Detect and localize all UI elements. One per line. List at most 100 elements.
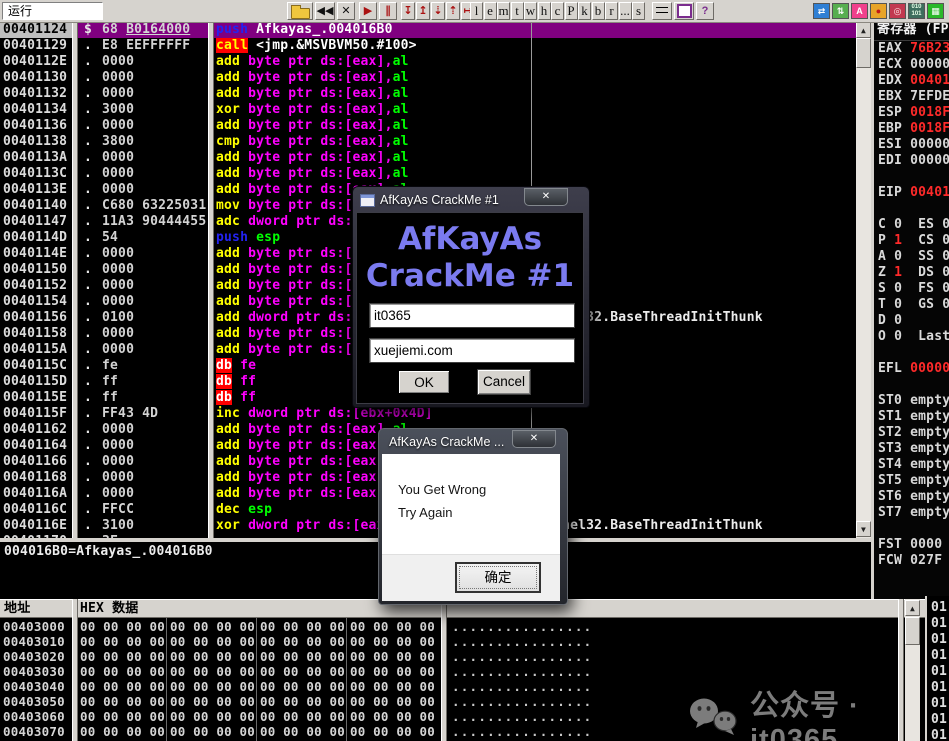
cancel-button[interactable]: Cancel xyxy=(477,369,531,395)
restart-button[interactable]: ◀◀ xyxy=(315,2,335,20)
confirm-button[interactable]: 确定 xyxy=(455,562,541,593)
log-window-button[interactable] xyxy=(652,2,672,20)
registers-pane[interactable]: 寄存器 (FPU) EAX 76B23ECX 00000EDX 00401EBX… xyxy=(871,22,949,599)
register-row[interactable]: C 0 ES 0 xyxy=(874,217,949,233)
window-button-t[interactable]: t xyxy=(511,2,524,20)
register-row[interactable]: EDX 00401 xyxy=(874,73,949,89)
register-row[interactable]: FCW 027F xyxy=(874,553,949,569)
window-button-b[interactable]: b xyxy=(592,2,605,20)
stack-row[interactable]: 01 xyxy=(931,600,949,616)
scroll-thumb[interactable] xyxy=(856,38,871,68)
disasm-row[interactable]: 00401124$68 B0164000push Afkayas_.004016… xyxy=(0,22,871,38)
scroll-up-button[interactable]: ▲ xyxy=(905,600,920,616)
plugin-updown-button[interactable]: ⇅ xyxy=(832,3,849,19)
plugin-binary-button[interactable]: 010101 xyxy=(908,3,925,19)
register-row[interactable]: ST1 empty xyxy=(874,409,949,425)
window-button-c[interactable]: c xyxy=(551,2,564,20)
register-row[interactable]: S 0 FS 0 xyxy=(874,281,949,297)
scroll-down-button[interactable]: ▼ xyxy=(856,521,871,537)
window-button-s[interactable]: s xyxy=(632,2,645,20)
serial-input[interactable]: xuejiemi.com xyxy=(369,338,575,363)
disasm-row[interactable]: 00401136.0000add byte ptr ds:[eax],al xyxy=(0,118,871,134)
close-icon[interactable]: ✕ xyxy=(524,188,568,206)
window-button-k[interactable]: k xyxy=(578,2,591,20)
animate-over-button[interactable]: ⇡ xyxy=(446,2,460,20)
plugin-a-button[interactable]: A xyxy=(851,3,868,19)
register-row[interactable]: T 0 GS 0 xyxy=(874,297,949,313)
step-into-button[interactable]: ↧ xyxy=(401,2,415,20)
register-row[interactable] xyxy=(874,345,949,361)
run-button[interactable]: ▶ xyxy=(359,2,377,20)
register-row[interactable]: FST 0000 xyxy=(874,537,949,553)
register-row[interactable] xyxy=(874,521,949,537)
help-button[interactable]: ? xyxy=(696,2,714,20)
close-button[interactable]: ✕ xyxy=(337,2,355,20)
register-row[interactable]: A 0 SS 0 xyxy=(874,249,949,265)
register-row[interactable]: EBP 0018F xyxy=(874,121,949,137)
register-row[interactable] xyxy=(874,201,949,217)
msgbox-titlebar[interactable]: AfKayAs CrackMe ... ✕ xyxy=(382,432,564,454)
disasm-scrollbar[interactable]: ▲ ▼ xyxy=(856,22,871,538)
disasm-row[interactable]: 0040115F.FF43 4Dinc dword ptr ds:[ebx+0x… xyxy=(0,406,871,422)
animate-into-button[interactable]: ⇣ xyxy=(431,2,445,20)
register-row[interactable]: ST2 empty xyxy=(874,425,949,441)
name-input[interactable]: it0365 xyxy=(369,303,575,328)
register-row[interactable]: EIP 00401 xyxy=(874,185,949,201)
register-row[interactable]: ESP 0018F xyxy=(874,105,949,121)
stack-row[interactable]: 01 xyxy=(931,664,949,680)
register-row[interactable]: ST5 empty xyxy=(874,473,949,489)
window-button-l[interactable]: l xyxy=(470,2,483,20)
disasm-row[interactable]: 0040113C.0000add byte ptr ds:[eax],al xyxy=(0,166,871,182)
ok-button[interactable]: OK xyxy=(397,369,451,395)
register-row[interactable] xyxy=(874,169,949,185)
register-row[interactable]: D 0 xyxy=(874,313,949,329)
window-button-P[interactable]: P xyxy=(565,2,578,20)
close-icon[interactable]: ✕ xyxy=(512,430,556,448)
register-row[interactable]: P 1 CS 0 xyxy=(874,233,949,249)
scroll-thumb[interactable] xyxy=(905,617,920,645)
open-file-button[interactable] xyxy=(287,2,313,20)
window-button-e[interactable]: e xyxy=(484,2,497,20)
register-row[interactable]: EDI 00000 xyxy=(874,153,949,169)
step-over-button[interactable]: ↥ xyxy=(416,2,430,20)
window-button-w[interactable]: w xyxy=(524,2,537,20)
stack-row[interactable]: 01 xyxy=(931,648,949,664)
pause-button[interactable]: ∥ xyxy=(379,2,397,20)
register-row[interactable] xyxy=(874,377,949,393)
column-splitter[interactable] xyxy=(441,599,447,741)
register-row[interactable]: EAX 76B23 xyxy=(874,41,949,57)
register-row[interactable]: ST7 empty xyxy=(874,505,949,521)
crackme-titlebar[interactable]: AfKayAs CrackMe #1 ✕ xyxy=(356,190,586,212)
stack-row[interactable]: 01 xyxy=(931,616,949,632)
register-row[interactable]: EBX 7EFDE xyxy=(874,89,949,105)
disasm-row[interactable]: 0040113A.0000add byte ptr ds:[eax],al xyxy=(0,150,871,166)
window-button-r[interactable]: r xyxy=(605,2,618,20)
scroll-up-button[interactable]: ▲ xyxy=(856,22,871,38)
register-row[interactable]: ST3 empty xyxy=(874,441,949,457)
plugin-dot-button[interactable]: ● xyxy=(870,3,887,19)
register-row[interactable]: ST0 empty xyxy=(874,393,949,409)
window-button-dotdotdot[interactable]: ... xyxy=(619,2,632,20)
column-splitter[interactable] xyxy=(72,22,78,538)
register-row[interactable]: ST6 empty xyxy=(874,489,949,505)
disasm-row[interactable]: 00401134.3000xor byte ptr ds:[eax],al xyxy=(0,102,871,118)
disasm-row[interactable]: 0040112E.0000add byte ptr ds:[eax],al xyxy=(0,54,871,70)
plugin-sync-button[interactable]: ⇄ xyxy=(813,3,830,19)
register-row[interactable]: ESI 00000 xyxy=(874,137,949,153)
window-button-m[interactable]: m xyxy=(497,2,510,20)
disasm-row[interactable]: 00401129.E8 EEFFFFFFcall <jmp.&MSVBVM50.… xyxy=(0,38,871,54)
disasm-row[interactable]: 00401132.0000add byte ptr ds:[eax],al xyxy=(0,86,871,102)
register-row[interactable]: EFL 00000 xyxy=(874,361,949,377)
column-splitter[interactable] xyxy=(208,22,214,538)
column-splitter[interactable] xyxy=(72,599,78,741)
plugin-target-button[interactable]: ◎ xyxy=(889,3,906,19)
disasm-row[interactable]: 00401130.0000add byte ptr ds:[eax],al xyxy=(0,70,871,86)
register-row[interactable]: ECX 00000 xyxy=(874,57,949,73)
window-button-h[interactable]: h xyxy=(538,2,551,20)
register-row[interactable]: O 0 Last xyxy=(874,329,949,345)
register-row[interactable]: Z 1 DS 0 xyxy=(874,265,949,281)
disasm-row[interactable]: 00401138.3800cmp byte ptr ds:[eax],al xyxy=(0,134,871,150)
plugin-grid-button[interactable]: ▦ xyxy=(927,3,944,19)
windows-button[interactable] xyxy=(674,2,694,20)
register-row[interactable]: ST4 empty xyxy=(874,457,949,473)
